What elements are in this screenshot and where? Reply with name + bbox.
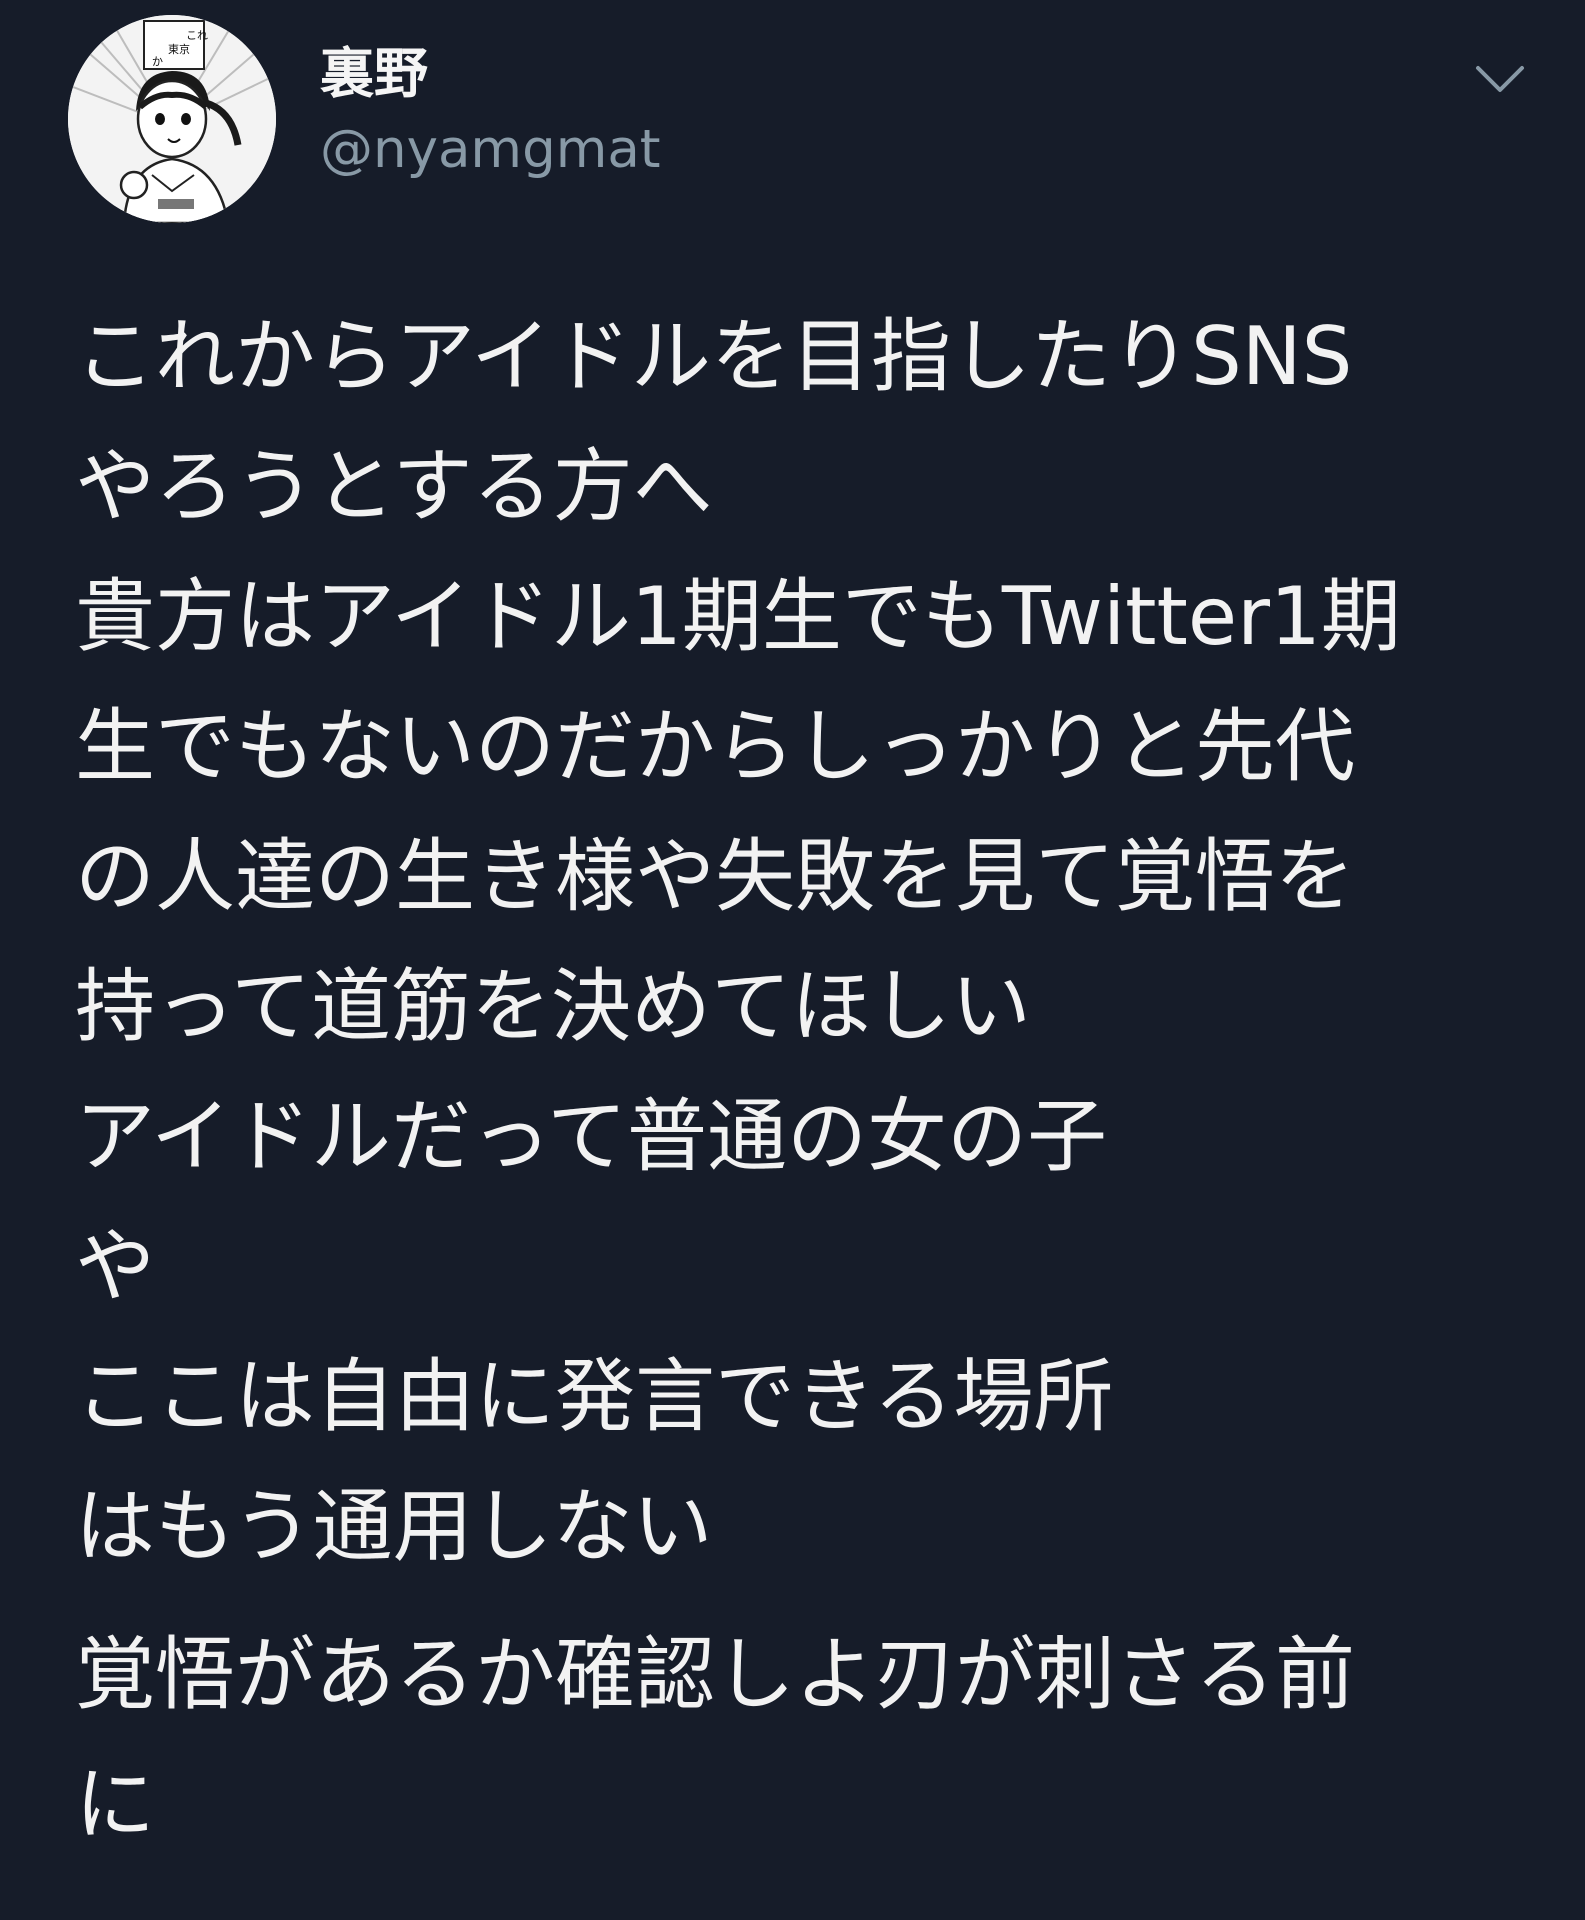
avatar[interactable]: これ 東京 か — [68, 15, 276, 223]
tweet-line: やろうとする方へ — [75, 440, 713, 533]
svg-text:か: か — [152, 55, 163, 68]
tweet-line: に — [75, 1758, 155, 1851]
user-handle[interactable]: @nyamgmat — [320, 118, 661, 182]
tweet-line: 覚悟があるか確認しよ刃が刺さる前 — [75, 1628, 1355, 1721]
tweet-line: はもう通用しない — [75, 1480, 713, 1573]
tweet-line: の人達の生き様や失敗を見て覚悟を — [75, 830, 1355, 923]
tweet-text: これからアイドルを目指したりSNS やろうとする方へ 貴方はアイドル1期生でもT… — [75, 292, 1555, 1870]
tweet-line: 持って道筋を決めてほしい — [75, 960, 1031, 1053]
tweet-line: 貴方はアイドル1期生でもTwitter1期 — [75, 570, 1401, 663]
tweet-line: アイドルだって普通の女の子 — [75, 1090, 1107, 1183]
tweet-line: ここは自由に発言できる場所 — [75, 1350, 1114, 1443]
display-name[interactable]: 裏野 — [320, 42, 428, 107]
chevron-down-icon[interactable] — [1470, 58, 1530, 98]
tweet-card: これ 東京 か 裏野 @nyamgmat これからアイドルを目指したりSNS や… — [0, 0, 1585, 1920]
tweet-line: 生でもないのだからしっかりと先代 — [75, 700, 1355, 793]
svg-text:東京: 東京 — [168, 42, 190, 56]
avatar-caption-text: これ — [186, 29, 208, 42]
tweet-line: これからアイドルを目指したりSNS — [75, 310, 1353, 403]
tweet-line: や — [75, 1220, 155, 1313]
avatar-manga-illustration: これ 東京 か — [68, 15, 276, 223]
